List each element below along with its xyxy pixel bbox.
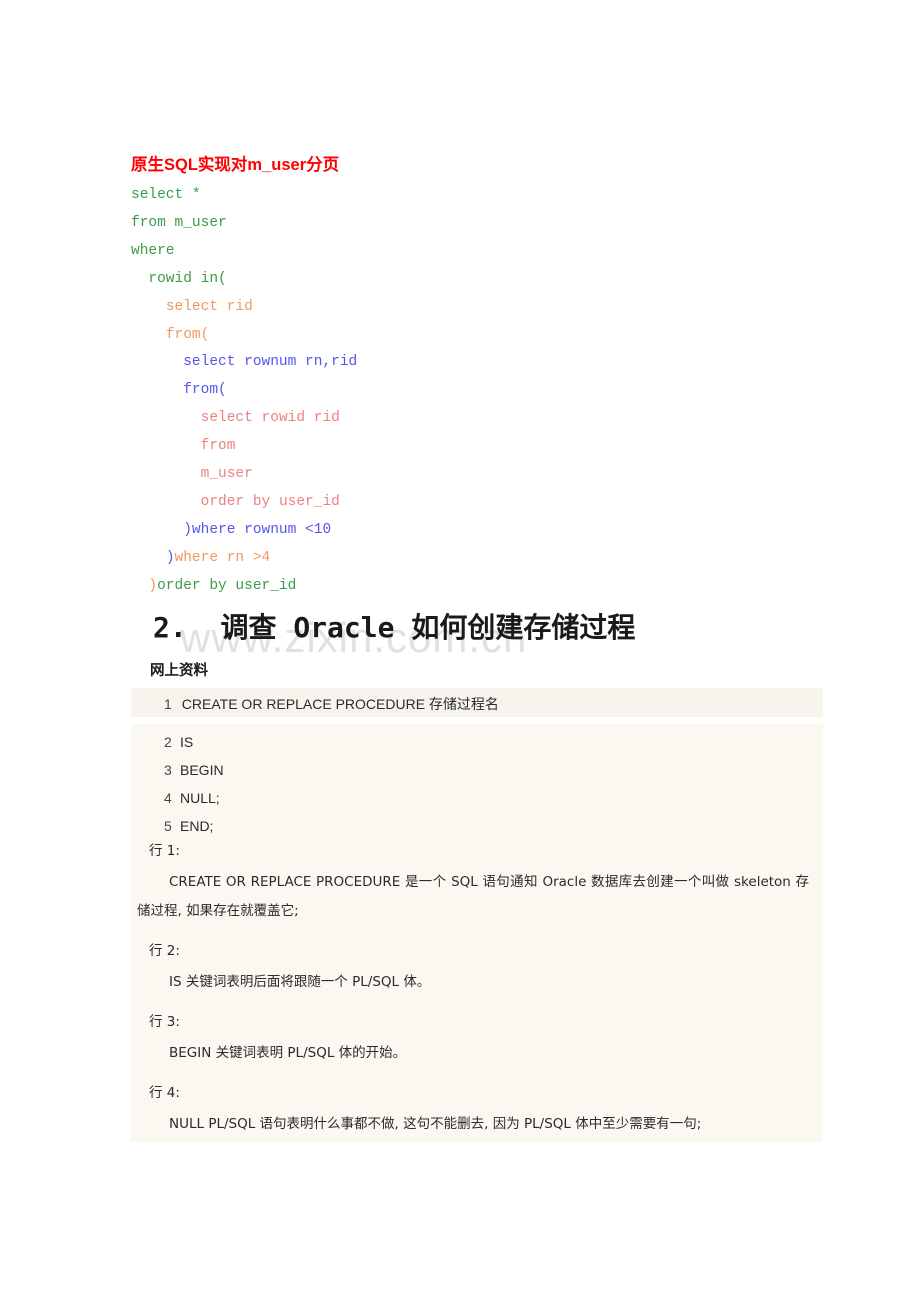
sql-token: order by user_id: [157, 577, 297, 594]
sql-code-line: select rownum rn,rid: [131, 349, 357, 377]
explanation-label: 行 4:: [149, 1085, 180, 1101]
code-block-rest-rows: 2 IS 3 BEGIN 4 NULL; 5 END;: [164, 728, 224, 840]
sql-token: order by user_id: [200, 493, 340, 510]
sql-code-line: )where rn >4: [131, 545, 357, 573]
explanation-body: IS 关键词表明后面将跟随一个 PL/SQL 体。: [169, 974, 431, 990]
explanation-label: 行 2:: [149, 943, 180, 959]
explanation-body: NULL PL/SQL 语句表明什么事都不做, 这句不能删去, 因为 PL/SQ…: [169, 1116, 702, 1132]
code-line-1: 1 CREATE OR REPLACE PROCEDURE 存储过程名: [164, 694, 499, 714]
sql-code-line: m_user: [131, 461, 357, 489]
sql-code-line: )order by user_id: [131, 573, 357, 601]
sql-token: from(: [183, 382, 227, 399]
sql-token: where rn >4: [174, 549, 271, 566]
code-line-number: 2: [164, 734, 172, 750]
explanation-body: BEGIN 关键词表明 PL/SQL 体的开始。: [169, 1045, 407, 1061]
sql-code-line: from: [131, 433, 357, 461]
code-line-text: CREATE OR REPLACE PROCEDURE 存储过程名: [181, 696, 499, 712]
sql-token: ): [148, 577, 158, 594]
code-block-first-row: 1 CREATE OR REPLACE PROCEDURE 存储过程名: [131, 688, 823, 717]
sql-code-line: select rid: [131, 294, 357, 322]
explanation-spacer: [131, 926, 823, 934]
sql-token: from: [200, 438, 236, 455]
section-2-subheading: 网上资料: [150, 663, 208, 679]
sql-code-line: select *: [131, 182, 357, 210]
explanation-label: 行 1:: [149, 843, 180, 859]
explanation-body: CREATE OR REPLACE PROCEDURE 是一个 SQL 语句通知…: [137, 874, 809, 919]
sql-code-line: )where rownum <10: [131, 517, 357, 545]
sql-code-line: from m_user: [131, 210, 357, 238]
sql-token: ): [183, 521, 192, 538]
sql-token: from(: [165, 326, 210, 343]
code-line-text: NULL;: [180, 790, 220, 806]
sql-code-line: from(: [131, 322, 357, 350]
section-heading-part-1: 调查: [220, 611, 277, 644]
explanation-spacer: [131, 1139, 823, 1147]
code-line: 3 BEGIN: [164, 756, 224, 784]
sql-token: rowid in(: [148, 270, 227, 287]
sql-code-line: where: [131, 238, 357, 266]
sql-token: where rownum <10: [191, 521, 332, 538]
code-line: 4 NULL;: [164, 784, 224, 812]
document-page: 原生SQL实现对m_user分页 select * from m_user wher…: [0, 0, 920, 1302]
code-line-text: IS: [180, 734, 194, 750]
section-heading-latin: Oracle: [293, 611, 395, 644]
code-line-number: 1: [164, 696, 172, 712]
explanation-spacer: [131, 1068, 823, 1076]
section-number: 2.: [153, 611, 187, 644]
sql-token: select rid: [165, 298, 253, 315]
section-heading-part-2: 如何创建存储过程: [411, 611, 636, 644]
sql-token: select *: [131, 187, 201, 203]
sql-code-line: select rowid rid: [131, 405, 357, 433]
sql-token: select rowid rid: [200, 410, 340, 427]
sql-code-line: order by user_id: [131, 489, 357, 517]
sql-code-line: from(: [131, 377, 357, 405]
code-line-text: END;: [180, 818, 214, 834]
sql-token: from m_user: [131, 214, 227, 231]
sql-token: where: [131, 242, 175, 259]
code-line: 2 IS: [164, 728, 224, 756]
sql-token: ): [165, 549, 175, 566]
code-line-number: 4: [164, 790, 172, 806]
explanation-spacer: [131, 997, 823, 1005]
sql-token: m_user: [200, 466, 253, 483]
code-line-text: BEGIN: [180, 762, 224, 778]
code-line-number: 3: [164, 762, 172, 778]
content-panel: 2 IS 3 BEGIN 4 NULL; 5 END; 行 1: CREATE OR REPLA…: [131, 724, 823, 1142]
explanation-list: 行 1: CREATE OR REPLACE PROCEDURE 是一个 SQL …: [131, 834, 823, 1147]
sql-section-title: 原生SQL实现对m_user分页: [131, 156, 340, 174]
sql-code-line: rowid in(: [131, 266, 357, 294]
sql-code-block: select * from m_user where rowid in( selec…: [131, 182, 357, 601]
explanation-label: 行 3:: [149, 1014, 180, 1030]
section-2-heading: 2. 调查 Oracle 如何创建存储过程: [153, 606, 635, 646]
sql-token: select rownum rn,rid: [183, 354, 358, 371]
